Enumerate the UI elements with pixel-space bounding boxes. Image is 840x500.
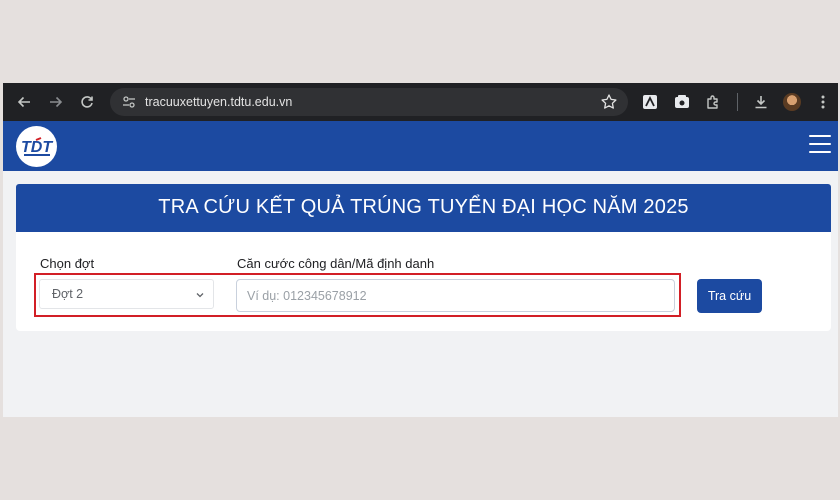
site-info-icon[interactable]	[120, 93, 138, 111]
extension-icon[interactable]	[672, 92, 692, 112]
round-select[interactable]: Đợt 2	[39, 279, 214, 309]
id-number-input[interactable]	[236, 279, 675, 312]
extension-icon[interactable]	[640, 92, 660, 112]
logo-text: TDT	[21, 139, 53, 156]
url-text[interactable]: tracuuxettuyen.tdtu.edu.vn	[145, 95, 292, 109]
tdtu-logo[interactable]: TDT	[16, 126, 57, 167]
chevron-down-icon	[195, 289, 205, 299]
reload-icon[interactable]	[77, 92, 97, 112]
hamburger-menu-icon[interactable]	[809, 135, 831, 155]
browser-window: tracuuxettuyen.tdtu.edu.vn TDT TRA CỨU K…	[3, 83, 838, 417]
round-select-value: Đợt 2	[52, 287, 84, 301]
extensions-puzzle-icon[interactable]	[703, 92, 723, 112]
forward-arrow-icon[interactable]	[46, 92, 66, 112]
round-label: Chọn đợt	[40, 256, 95, 271]
page-title: TRA CỨU KẾT QUẢ TRÚNG TUYỂN ĐẠI HỌC NĂM …	[16, 184, 831, 232]
bookmark-star-icon[interactable]	[600, 93, 618, 111]
back-arrow-icon[interactable]	[14, 92, 34, 112]
toolbar-divider	[737, 93, 738, 111]
lookup-form: Chọn đợt Căn cước công dân/Mã định danh …	[16, 232, 831, 331]
profile-avatar[interactable]	[783, 93, 801, 111]
more-vert-icon[interactable]	[813, 92, 833, 112]
lookup-button[interactable]: Tra cứu	[697, 279, 762, 313]
download-icon[interactable]	[751, 92, 771, 112]
address-bar[interactable]: tracuuxettuyen.tdtu.edu.vn	[110, 88, 628, 116]
browser-toolbar: tracuuxettuyen.tdtu.edu.vn	[3, 83, 838, 121]
site-header: TDT	[3, 121, 838, 171]
id-label: Căn cước công dân/Mã định danh	[237, 256, 435, 271]
